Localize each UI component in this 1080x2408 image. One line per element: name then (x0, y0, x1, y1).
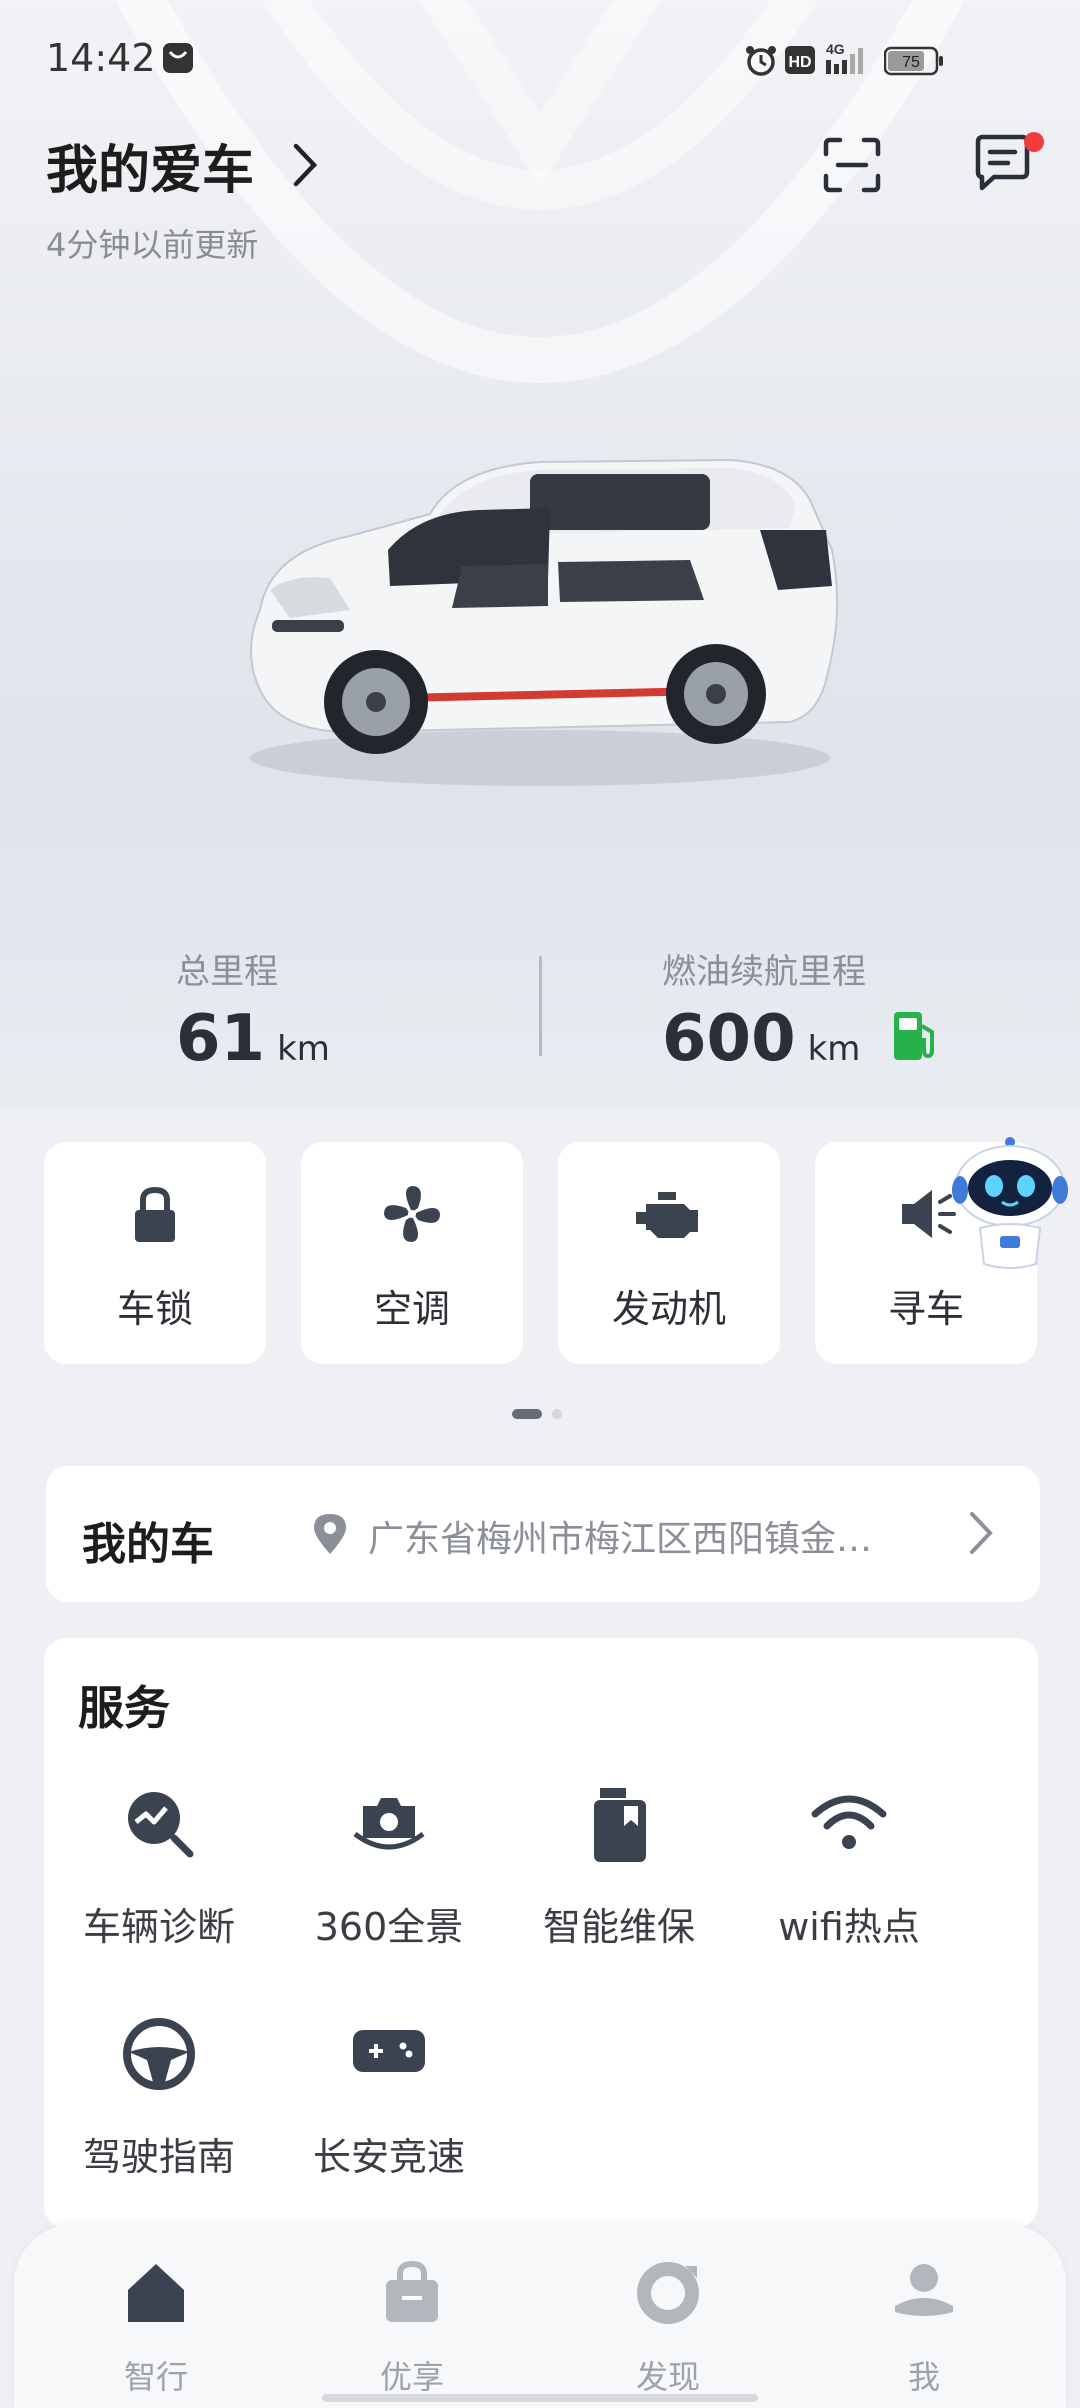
quick-controls: 车锁 空调 发动机 寻车 (0, 1142, 1080, 1364)
service-driving-guide[interactable]: 驾驶指南 (44, 2016, 274, 2216)
steering-wheel-icon (123, 2018, 195, 2090)
tab-benefits[interactable]: 优享 (312, 2260, 512, 2400)
chevron-right-icon (970, 1512, 993, 1554)
control-lock-label: 车锁 (116, 1287, 193, 1331)
svg-text:4G: 4G (826, 41, 845, 57)
wifi-icon (811, 1795, 887, 1849)
control-lock[interactable]: 车锁 (44, 1142, 266, 1364)
camera-360-icon (353, 1798, 425, 1850)
location-pin-icon (314, 1514, 346, 1554)
service-360-view[interactable]: 360全景 (274, 1786, 504, 1986)
services-title: 服务 (78, 1681, 170, 1735)
home-icon (128, 2264, 184, 2322)
tab-benefits-label: 优享 (379, 2358, 444, 2396)
service-diagnosis[interactable]: 车辆诊断 (44, 1786, 274, 1986)
service-wifi-label: wifi热点 (778, 1905, 920, 1949)
gamepad-icon (353, 2030, 425, 2072)
bag-icon (386, 2260, 438, 2322)
tab-discover[interactable]: 发现 (568, 2260, 768, 2400)
page-dot (552, 1409, 562, 1419)
service-changan-racing[interactable]: 长安竞速 (274, 2016, 504, 2216)
my-car-title: 我的车 (82, 1519, 214, 1570)
control-ac[interactable]: 空调 (301, 1142, 523, 1364)
scan-icon[interactable] (822, 136, 882, 194)
svg-text:HD: HD (788, 54, 811, 71)
service-maintenance[interactable]: 智能维保 (504, 1786, 734, 1986)
status-time: 14:42 (46, 36, 156, 80)
battery-icon: 75 (884, 46, 943, 76)
lock-icon (135, 1186, 175, 1242)
total-mileage-label: 总里程 (176, 952, 278, 992)
service-maintenance-label: 智能维保 (542, 1905, 695, 1949)
update-time: 4分钟以前更新 (46, 226, 259, 264)
hd-icon: HD (785, 46, 815, 74)
tab-smart-travel[interactable]: 智行 (56, 2260, 256, 2400)
service-driving-guide-label: 驾驶指南 (82, 2135, 235, 2179)
tab-me[interactable]: 我 (824, 2260, 1024, 2400)
svg-text:75: 75 (902, 54, 920, 71)
maintenance-icon (594, 1788, 646, 1862)
service-360-label: 360全景 (314, 1905, 464, 1949)
services-card: 服务 车辆诊断 360全景 智能维保 wifi热点 驾驶指南 长安竞速 (44, 1638, 1038, 2228)
status-bar: 14:42 HD 4G 75 (0, 0, 1080, 120)
diagnosis-icon (128, 1792, 194, 1858)
fan-icon (384, 1186, 440, 1242)
tab-smart-travel-label: 智行 (123, 2358, 188, 2396)
page-dot-active (512, 1409, 542, 1419)
user-icon (895, 2264, 953, 2316)
control-ac-label: 空调 (373, 1287, 450, 1331)
assistant-robot-icon[interactable] (950, 1136, 1070, 1276)
my-car-location-card[interactable]: 我的车 广东省梅州市梅江区西阳镇金… (46, 1466, 1040, 1602)
tab-me-label: 我 (907, 2358, 940, 2396)
notification-icon (163, 43, 193, 73)
home-indicator[interactable] (322, 2394, 758, 2402)
tab-discover-label: 发现 (635, 2358, 700, 2396)
service-diagnosis-label: 车辆诊断 (82, 1905, 235, 1949)
bottom-tab-bar: 智行 优享 发现 我 (14, 2224, 1066, 2408)
discover-icon (637, 2262, 699, 2324)
message-badge (1024, 132, 1044, 152)
control-find-car-label: 寻车 (887, 1287, 964, 1331)
my-car-header[interactable]: 我的爱车 (46, 128, 318, 208)
service-racing-label: 长安竞速 (312, 2135, 465, 2179)
control-engine[interactable]: 发动机 (558, 1142, 780, 1364)
fuel-range-label: 燃油续航里程 (662, 952, 866, 992)
engine-icon (636, 1192, 698, 1238)
fuel-range-value: 600 km (662, 1002, 861, 1076)
fuel-pump-icon (894, 1012, 934, 1060)
car-image[interactable] (230, 440, 850, 800)
page-title: 我的爱车 (46, 141, 255, 201)
alarm-icon (746, 46, 776, 76)
mileage-stats: 总里程 61 km 燃油续航里程 600 km (0, 930, 1080, 1076)
my-car-address: 广东省梅州市梅江区西阳镇金… (368, 1519, 873, 1560)
total-mileage-value: 61 km (176, 1002, 330, 1076)
chevron-right-icon (293, 143, 318, 187)
stats-divider (539, 956, 542, 1056)
speaker-icon (902, 1190, 956, 1238)
service-wifi[interactable]: wifi热点 (734, 1786, 964, 1986)
control-engine-label: 发动机 (611, 1287, 726, 1331)
signal-icon: 4G (826, 41, 863, 74)
